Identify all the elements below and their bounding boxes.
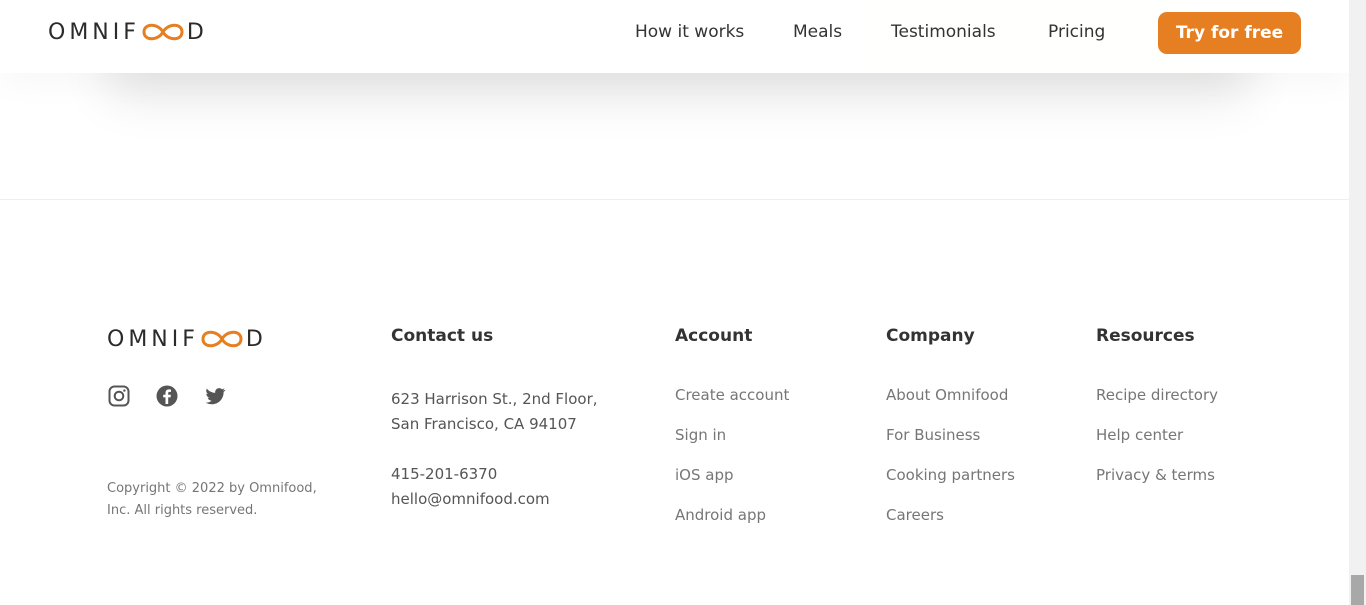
site-header: OMNIF D How it works Meals Testimonials … xyxy=(0,0,1349,73)
logo-text-left: OMNIF xyxy=(48,19,140,45)
footer-link-privacy-terms[interactable]: Privacy & terms xyxy=(1096,463,1218,488)
nav-link-how-it-works[interactable]: How it works xyxy=(635,22,744,42)
company-heading: Company xyxy=(886,326,975,346)
try-for-free-button[interactable]: Try for free xyxy=(1158,12,1301,54)
resources-heading: Resources xyxy=(1096,326,1195,346)
footer-link-sign-in[interactable]: Sign in xyxy=(675,423,789,448)
contact-details: 415-201-6370 hello@omnifood.com xyxy=(391,462,550,512)
nav-link-testimonials[interactable]: Testimonials xyxy=(891,22,996,42)
scrollbar-thumb[interactable] xyxy=(1351,575,1364,605)
nav-link-pricing[interactable]: Pricing xyxy=(1048,22,1105,42)
vertical-scrollbar[interactable] xyxy=(1349,0,1366,605)
header-logo[interactable]: OMNIF D xyxy=(48,18,208,46)
address-line: 623 Harrison St., 2nd Floor, xyxy=(391,390,598,408)
nav-link-meals[interactable]: Meals xyxy=(793,22,842,42)
social-links xyxy=(107,384,227,408)
footer-link-recipe-directory[interactable]: Recipe directory xyxy=(1096,383,1218,408)
footer-link-careers[interactable]: Careers xyxy=(886,503,1015,528)
copyright-text: Copyright © 2022 by Omnifood, Inc. All r… xyxy=(107,478,337,522)
footer-link-android-app[interactable]: Android app xyxy=(675,503,789,528)
company-links: About Omnifood For Business Cooking part… xyxy=(886,383,1015,528)
logo-infinity-icon xyxy=(201,330,243,348)
twitter-icon[interactable] xyxy=(203,384,227,408)
footer-link-cooking-partners[interactable]: Cooking partners xyxy=(886,463,1015,488)
facebook-icon[interactable] xyxy=(155,384,179,408)
account-heading: Account xyxy=(675,326,753,346)
instagram-icon[interactable] xyxy=(107,384,131,408)
footer-logo[interactable]: OMNIF D xyxy=(107,325,267,353)
footer-link-for-business[interactable]: For Business xyxy=(886,423,1015,448)
logo-text-right: D xyxy=(186,19,208,45)
logo-text-right: D xyxy=(245,326,267,352)
copyright-line: Inc. All rights reserved. xyxy=(107,503,258,518)
resources-links: Recipe directory Help center Privacy & t… xyxy=(1096,383,1218,488)
footer-link-ios-app[interactable]: iOS app xyxy=(675,463,789,488)
footer-link-help-center[interactable]: Help center xyxy=(1096,423,1218,448)
copyright-line: Copyright © 2022 by Omnifood, xyxy=(107,481,317,496)
account-links: Create account Sign in iOS app Android a… xyxy=(675,383,789,528)
phone-link[interactable]: 415-201-6370 xyxy=(391,462,550,487)
logo-infinity-icon xyxy=(142,23,184,41)
page: OMNIF D How it works Meals Testimonials … xyxy=(0,0,1349,605)
logo-text-left: OMNIF xyxy=(107,326,199,352)
address-line: San Francisco, CA 94107 xyxy=(391,415,577,433)
footer-link-about[interactable]: About Omnifood xyxy=(886,383,1015,408)
section-divider xyxy=(0,199,1349,200)
footer-link-create-account[interactable]: Create account xyxy=(675,383,789,408)
contact-address: 623 Harrison St., 2nd Floor, San Francis… xyxy=(391,387,651,437)
contact-heading: Contact us xyxy=(391,326,494,346)
email-link[interactable]: hello@omnifood.com xyxy=(391,487,550,512)
